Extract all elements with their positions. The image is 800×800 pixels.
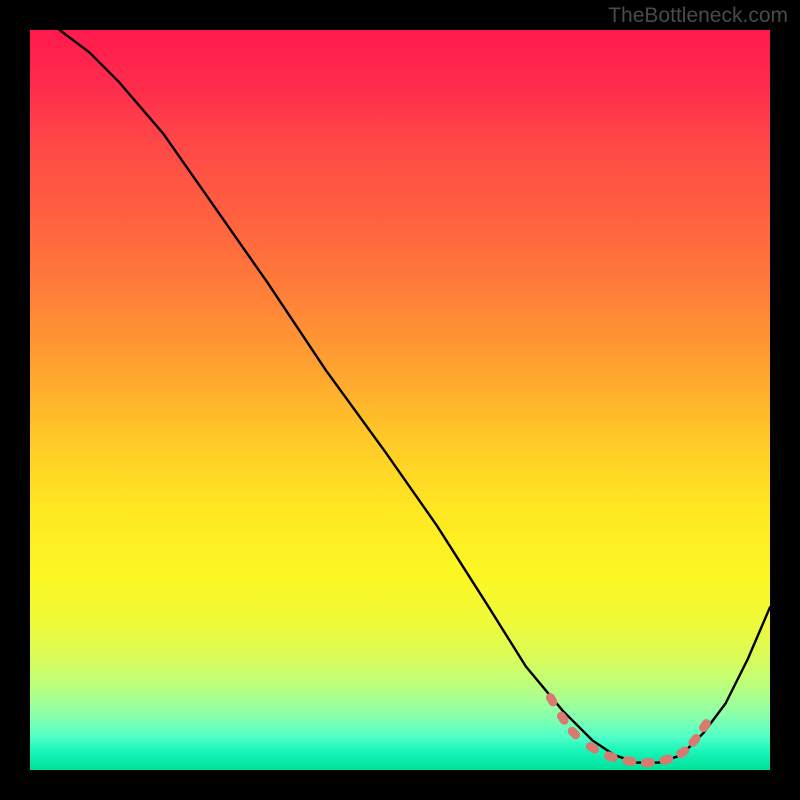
marker-pill xyxy=(622,756,637,767)
marker-pill xyxy=(641,758,655,767)
bottleneck-curve xyxy=(60,30,770,763)
marker-pill xyxy=(658,753,674,765)
marker-pill xyxy=(697,717,712,734)
watermark-text: TheBottleneck.com xyxy=(608,4,788,28)
marker-pill xyxy=(584,740,601,755)
highlight-markers xyxy=(544,691,712,767)
marker-pill xyxy=(555,710,570,727)
marker-pill xyxy=(603,750,619,763)
plot-area xyxy=(30,30,770,770)
chart-svg xyxy=(30,30,770,770)
